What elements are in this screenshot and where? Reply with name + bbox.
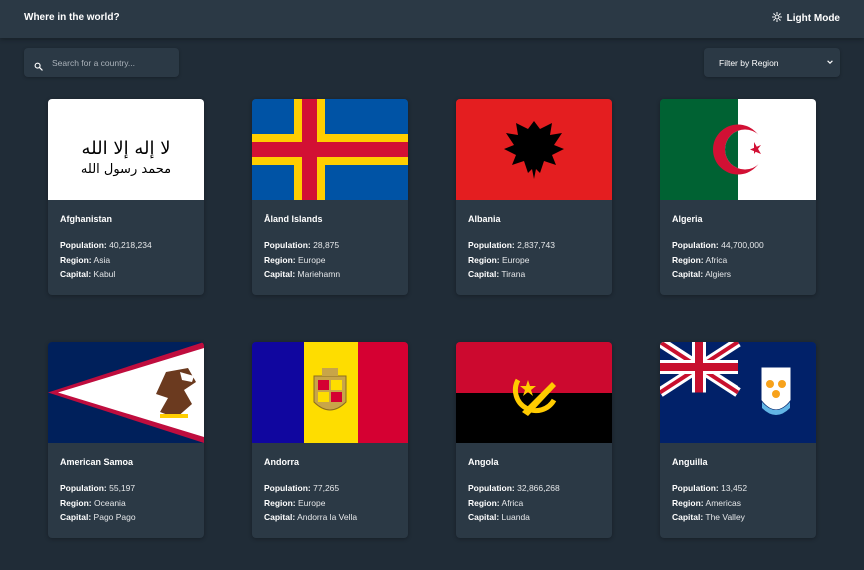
region-row: Region: Europe bbox=[264, 255, 326, 265]
population-row: Population: 40,218,234 bbox=[60, 240, 152, 250]
albania-flag bbox=[456, 99, 612, 200]
algeria-flag bbox=[660, 99, 816, 200]
header: Where in the world? Light Mode bbox=[0, 0, 864, 38]
aland-islands-flag bbox=[252, 99, 408, 200]
population-row: Population: 55,197 bbox=[60, 483, 136, 493]
population-row: Population: 44,700,000 bbox=[672, 240, 764, 250]
capital-row: Capital: Pago Pago bbox=[60, 512, 136, 522]
country-name: Anguilla bbox=[672, 457, 708, 467]
theme-toggle-label: Light Mode bbox=[786, 13, 840, 24]
american-samoa-flag bbox=[48, 342, 204, 443]
region-row: Region: Americas bbox=[672, 498, 741, 508]
region-row: Region: Africa bbox=[468, 498, 524, 508]
afghanistan-flag: لا إله إلا الله محمد رسول الله bbox=[48, 99, 204, 200]
andorra-flag bbox=[252, 342, 408, 443]
country-card[interactable]: Andorra Population: 77,265 Region: Europ… bbox=[252, 342, 408, 538]
sun-icon bbox=[771, 11, 782, 25]
region-row: Region: Europe bbox=[264, 498, 326, 508]
capital-row: Capital: Algiers bbox=[672, 269, 732, 279]
country-name: Albania bbox=[468, 214, 501, 224]
country-card[interactable]: لا إله إلا الله محمد رسول الله Afghanist… bbox=[48, 99, 204, 295]
population-row: Population: 28,875 bbox=[264, 240, 340, 250]
search-icon bbox=[34, 58, 43, 71]
country-card[interactable]: American Samoa Population: 55,197 Region… bbox=[48, 342, 204, 538]
capital-row: Capital: Tirana bbox=[468, 269, 526, 279]
capital-row: Capital: Luanda bbox=[468, 512, 530, 522]
search-bar bbox=[24, 48, 179, 77]
region-filter-label: Filter by Region bbox=[719, 57, 779, 68]
region-filter-dropdown[interactable]: Filter by Region bbox=[704, 48, 840, 77]
population-row: Population: 13,452 bbox=[672, 483, 748, 493]
population-row: Population: 77,265 bbox=[264, 483, 340, 493]
region-row: Region: Asia bbox=[60, 255, 111, 265]
population-row: Population: 2,837,743 bbox=[468, 240, 555, 250]
country-card[interactable]: Angola Population: 32,866,268 Region: Af… bbox=[456, 342, 612, 538]
country-name: Algeria bbox=[672, 214, 703, 224]
country-card[interactable]: Åland Islands Population: 28,875 Region:… bbox=[252, 99, 408, 295]
country-card[interactable]: Algeria Population: 44,700,000 Region: A… bbox=[660, 99, 816, 295]
country-name: Åland Islands bbox=[264, 214, 323, 224]
angola-flag bbox=[456, 342, 612, 443]
svg-text:محمد رسول الله: محمد رسول الله bbox=[81, 162, 171, 177]
region-row: Region: Africa bbox=[672, 255, 728, 265]
population-row: Population: 32,866,268 bbox=[468, 483, 560, 493]
svg-text:لا إله إلا الله: لا إله إلا الله bbox=[82, 138, 171, 159]
capital-row: Capital: Kabul bbox=[60, 269, 116, 279]
capital-row: Capital: Andorra la Vella bbox=[264, 512, 358, 522]
theme-toggle-button[interactable]: Light Mode bbox=[771, 11, 840, 25]
capital-row: Capital: The Valley bbox=[672, 512, 745, 522]
country-card[interactable]: Albania Population: 2,837,743 Region: Eu… bbox=[456, 99, 612, 295]
capital-row: Capital: Mariehamn bbox=[264, 269, 341, 279]
country-card[interactable]: Anguilla Population: 13,452 Region: Amer… bbox=[660, 342, 816, 538]
country-name: Andorra bbox=[264, 457, 300, 467]
country-name: Afghanistan bbox=[60, 214, 113, 224]
region-row: Region: Oceania bbox=[60, 498, 126, 508]
country-name: American Samoa bbox=[60, 457, 134, 467]
search-input[interactable] bbox=[52, 57, 172, 68]
country-name: Angola bbox=[468, 457, 499, 467]
region-row: Region: Europe bbox=[468, 255, 530, 265]
chevron-down-icon bbox=[826, 58, 834, 68]
anguilla-flag bbox=[660, 342, 816, 443]
app-title: Where in the world? bbox=[24, 12, 120, 23]
